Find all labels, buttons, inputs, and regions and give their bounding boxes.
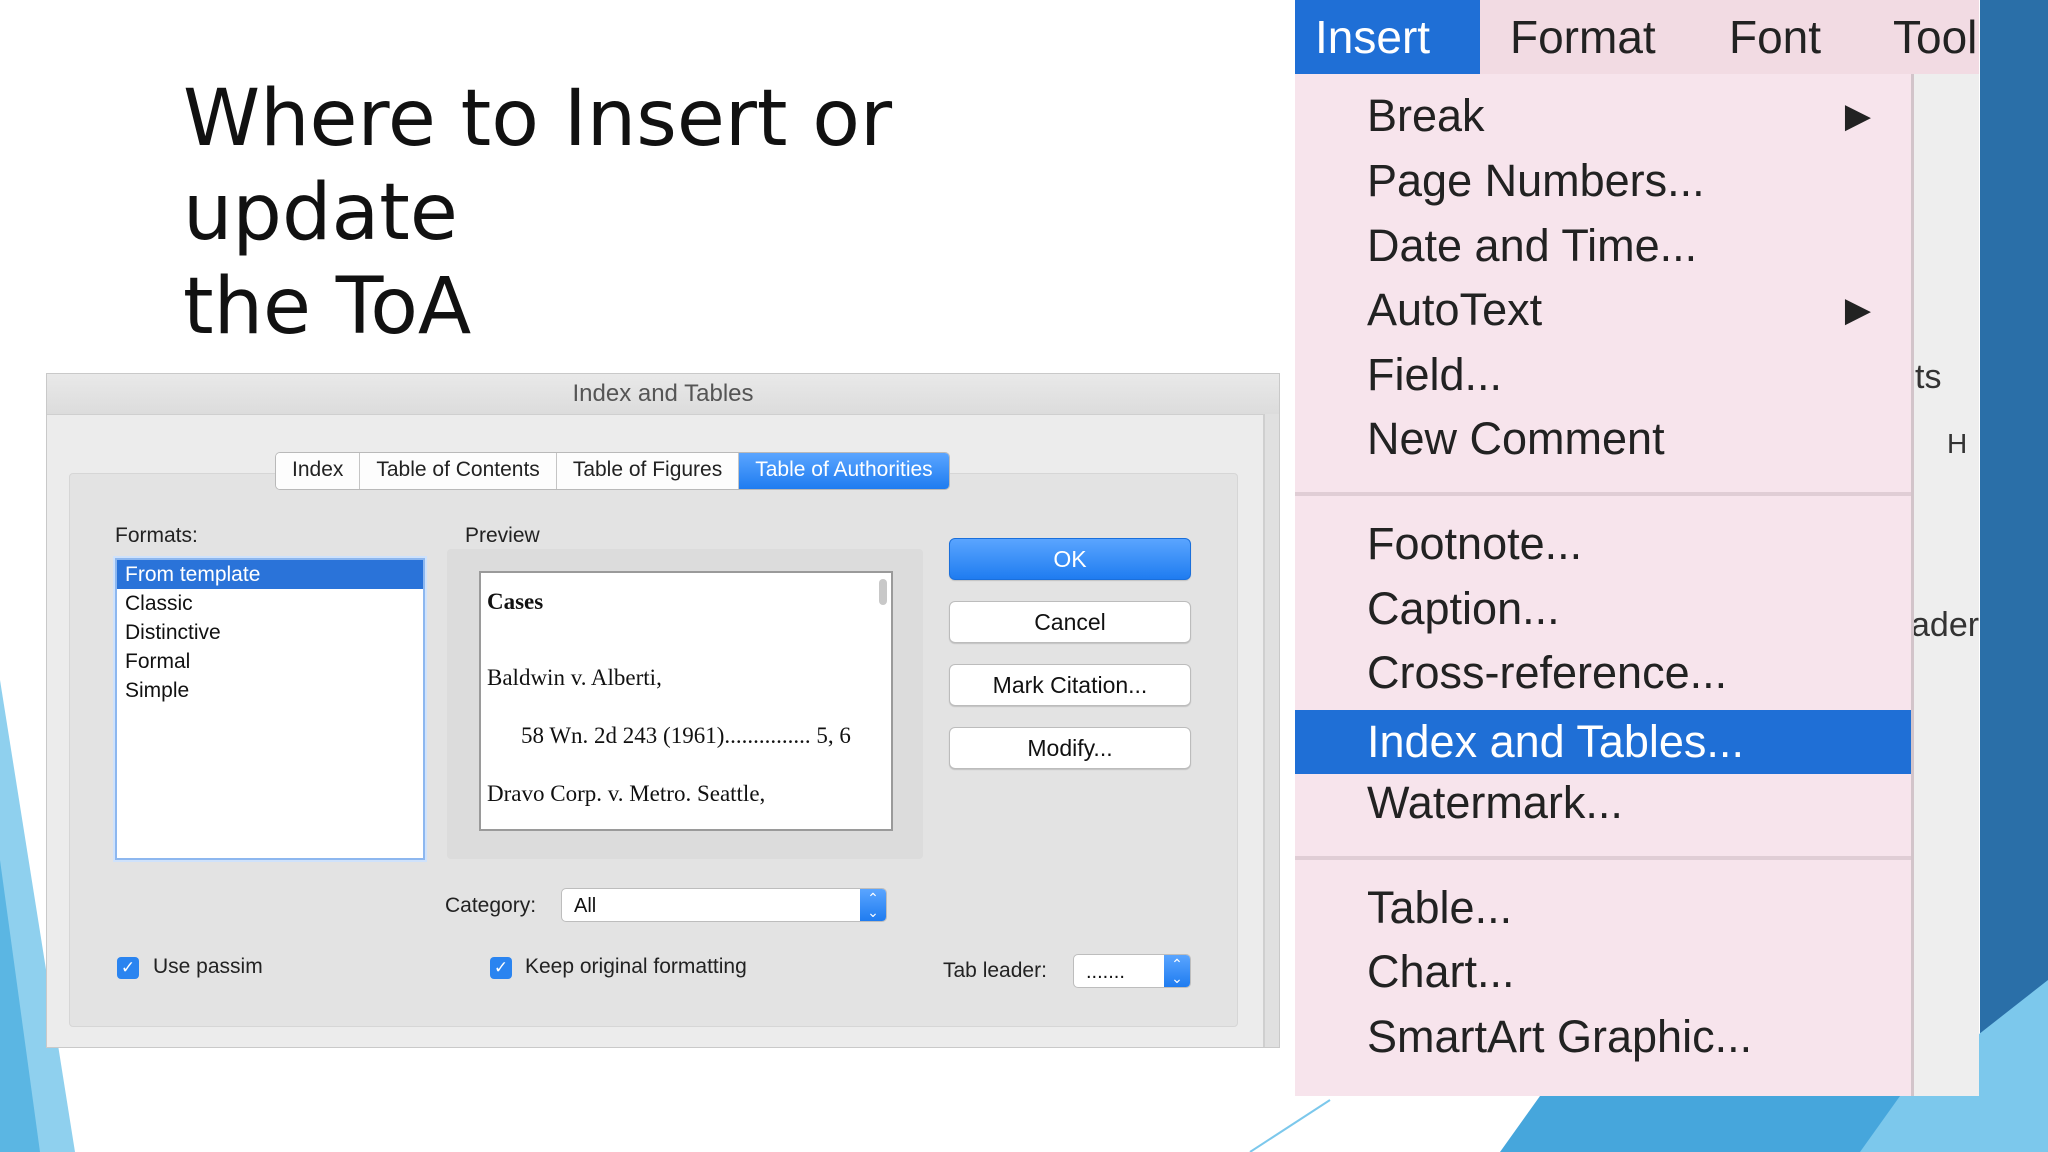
- use-passim-label: Use passim: [153, 955, 263, 978]
- category-value: All: [574, 895, 597, 917]
- background-fragment-h: H: [1947, 428, 1968, 459]
- menu-item-footnote[interactable]: Footnote...: [1295, 512, 1911, 576]
- menu-item-label: AutoText: [1367, 284, 1543, 335]
- tab-table-of-contents[interactable]: Table of Contents: [360, 453, 557, 489]
- preview-label: Preview: [465, 524, 540, 547]
- menu-item-table[interactable]: Table...: [1295, 876, 1911, 940]
- formats-list[interactable]: From template Classic Distinctive Formal…: [115, 558, 425, 860]
- dialog-tabs: Index Table of Contents Table of Figures…: [275, 452, 950, 490]
- menu-item-new-comment[interactable]: New Comment: [1295, 407, 1911, 471]
- format-classic[interactable]: Classic: [117, 589, 423, 618]
- background-fragment-ader: ader: [1911, 606, 1979, 644]
- format-formal[interactable]: Formal: [117, 647, 423, 676]
- tab-leader-value: .......: [1086, 961, 1125, 983]
- insert-menu-screenshot: ts H ader Insert Format Font Tool Break …: [1295, 0, 1979, 1096]
- menu-separator: [1295, 492, 1911, 496]
- category-label: Category:: [445, 894, 537, 917]
- menu-separator: [1295, 856, 1911, 860]
- chevron-updown-icon: ⌃ ⌄: [1164, 955, 1190, 987]
- menu-item-cross-reference[interactable]: Cross-reference...: [1295, 641, 1911, 705]
- menu-item-index-and-tables[interactable]: Index and Tables...: [1295, 710, 1911, 774]
- dialog-title: Index and Tables: [47, 374, 1279, 415]
- submenu-arrow-icon: ▶: [1844, 97, 1871, 135]
- menu-item-smartart-graphic[interactable]: SmartArt Graphic...: [1295, 1005, 1911, 1069]
- preview-scrollbar[interactable]: [879, 579, 887, 605]
- format-from-template[interactable]: From template: [117, 560, 423, 589]
- tab-table-of-authorities[interactable]: Table of Authorities: [739, 453, 949, 489]
- menu-item-page-numbers[interactable]: Page Numbers...: [1295, 149, 1911, 213]
- menu-item-date-and-time[interactable]: Date and Time...: [1295, 214, 1911, 278]
- insert-dropdown: Break ▶ Page Numbers... Date and Time...…: [1295, 74, 1914, 1096]
- menu-item-field[interactable]: Field...: [1295, 343, 1911, 407]
- chevron-updown-icon: ⌃ ⌄: [860, 889, 886, 921]
- tab-table-of-figures[interactable]: Table of Figures: [556, 453, 740, 489]
- mark-citation-button[interactable]: Mark Citation...: [949, 664, 1191, 706]
- menu-item-break[interactable]: Break ▶: [1295, 84, 1911, 148]
- menu-item-watermark[interactable]: Watermark...: [1295, 771, 1911, 835]
- preview-line-1: Baldwin v. Alberti,: [487, 665, 662, 690]
- ok-button[interactable]: OK: [949, 538, 1191, 580]
- index-and-tables-dialog: Index and Tables Index Table of Contents…: [46, 373, 1280, 1048]
- slide-title-line-2: the ToA: [183, 262, 472, 352]
- tab-leader-select[interactable]: ....... ⌃ ⌄: [1073, 954, 1191, 988]
- format-simple[interactable]: Simple: [117, 676, 423, 705]
- menu-format[interactable]: Format: [1490, 0, 1676, 74]
- slide-title: Where to Insert or update the ToA: [183, 72, 1183, 354]
- menu-item-chart[interactable]: Chart...: [1295, 940, 1911, 1004]
- format-distinctive[interactable]: Distinctive: [117, 618, 423, 647]
- menu-font[interactable]: Font: [1709, 0, 1841, 74]
- cancel-button[interactable]: Cancel: [949, 601, 1191, 643]
- menu-tools[interactable]: Tool: [1873, 0, 1979, 74]
- menu-insert[interactable]: Insert: [1295, 0, 1480, 74]
- menubar: Insert Format Font Tool: [1295, 0, 1979, 74]
- keep-formatting-label: Keep original formatting: [525, 955, 747, 978]
- menu-item-caption[interactable]: Caption...: [1295, 577, 1911, 641]
- document-background: ts H ader: [1907, 74, 1979, 1096]
- tab-index[interactable]: Index: [276, 453, 361, 489]
- tab-leader-label: Tab leader:: [943, 959, 1047, 982]
- category-select[interactable]: All ⌃ ⌄: [561, 888, 887, 922]
- preview-heading: Cases: [487, 589, 544, 614]
- dialog-scrollbar[interactable]: [1263, 414, 1279, 1047]
- submenu-arrow-icon: ▶: [1844, 291, 1871, 329]
- accent-line: [1249, 1099, 1331, 1152]
- preview-area: Cases Baldwin v. Alberti, 58 Wn. 2d 243 …: [479, 571, 893, 831]
- preview-line-3: Dravo Corp. v. Metro. Seattle,: [487, 781, 766, 806]
- formats-label: Formats:: [115, 524, 198, 547]
- keep-formatting-checkbox[interactable]: ✓: [490, 957, 512, 979]
- menu-item-label: Break: [1367, 90, 1485, 141]
- menu-item-autotext[interactable]: AutoText ▶: [1295, 278, 1911, 342]
- background-fragment-ts: ts: [1915, 358, 1942, 396]
- modify-button[interactable]: Modify...: [949, 727, 1191, 769]
- slide-title-line-1: Where to Insert or update: [183, 74, 893, 258]
- use-passim-checkbox[interactable]: ✓: [117, 957, 139, 979]
- preview-line-2: 58 Wn. 2d 243 (1961)............... 5, 6: [521, 723, 851, 748]
- right-accent-bar: [1980, 0, 2048, 1100]
